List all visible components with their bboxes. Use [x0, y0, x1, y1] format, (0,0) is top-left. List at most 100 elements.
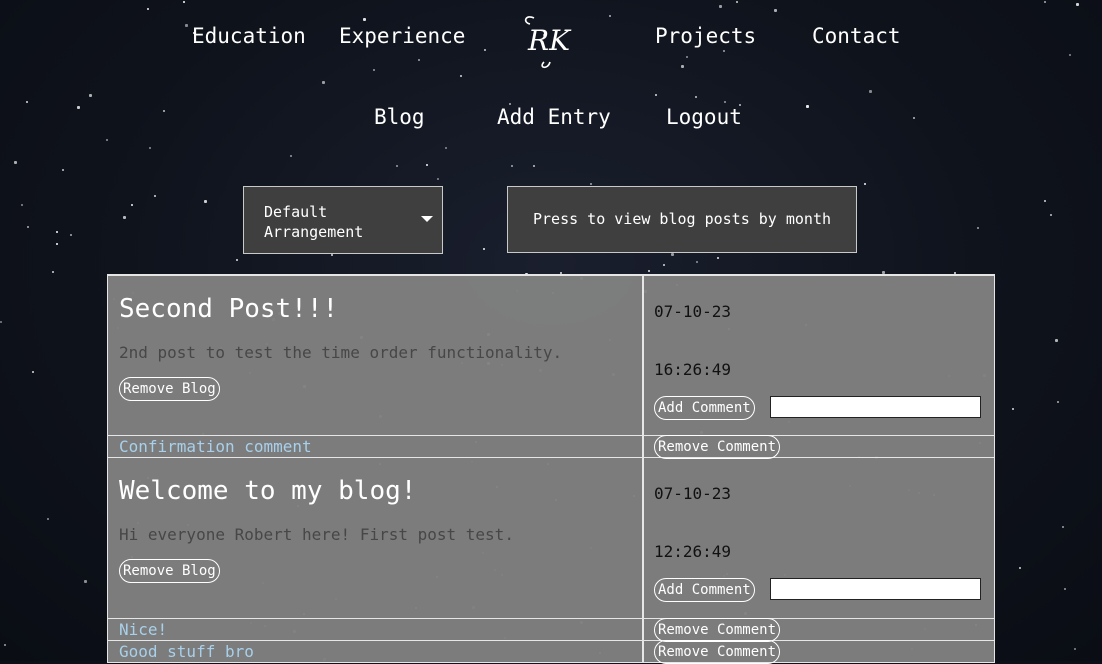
add-comment-button[interactable]: Add Comment [654, 578, 755, 602]
arrangement-line-2: Arrangement [264, 223, 364, 241]
arrangement-line-1: Default [264, 203, 328, 221]
star [62, 169, 64, 171]
star [1057, 401, 1059, 403]
add-comment-button[interactable]: Add Comment [654, 396, 755, 420]
star [56, 231, 58, 233]
star [418, 59, 420, 61]
blog-post-content: Second Post!!! 2nd post to test the time… [108, 276, 644, 435]
star [322, 81, 325, 84]
star [131, 204, 133, 206]
star [4, 644, 6, 646]
post-title: Welcome to my blog! [119, 476, 417, 506]
star [373, 69, 375, 71]
blog-post-meta: 07-10-23 16:26:49 Add Comment [644, 276, 994, 435]
comment-input[interactable] [770, 578, 981, 600]
comment-row: Nice! Remove Comment [107, 618, 995, 642]
star [149, 147, 151, 149]
comment-cell: Confirmation comment [108, 436, 644, 457]
remove-blog-button[interactable]: Remove Blog [119, 559, 220, 583]
star [26, 101, 28, 103]
star [724, 101, 726, 103]
star [1064, 588, 1066, 590]
blog-post-row: Welcome to my blog! Hi everyone Robert h… [107, 458, 995, 619]
star [1050, 214, 1052, 216]
arrangement-select[interactable]: Default Arrangement [243, 186, 443, 254]
star [56, 243, 58, 245]
star [671, 253, 674, 256]
rk-logo[interactable]: RK [520, 12, 584, 70]
comment-input[interactable] [770, 396, 981, 418]
comment-actions: Remove Comment [644, 435, 994, 459]
blog-table: Second Post!!! 2nd post to test the time… [107, 274, 995, 664]
star [774, 9, 777, 12]
post-time: 12:26:49 [654, 542, 732, 561]
star [977, 227, 979, 229]
star [533, 165, 535, 167]
star [154, 195, 156, 197]
star [52, 271, 54, 273]
star [396, 165, 398, 167]
comment-row: Confirmation comment Remove Comment [107, 435, 995, 459]
star [426, 164, 428, 166]
star [648, 270, 650, 272]
blog-post-content: Welcome to my blog! Hi everyone Robert h… [108, 458, 644, 618]
nav-experience[interactable]: Experience [339, 24, 465, 48]
blog-post-meta: 07-10-23 12:26:49 Add Comment [644, 458, 994, 618]
nav-blog[interactable]: Blog [374, 105, 425, 129]
post-date: 07-10-23 [654, 302, 732, 321]
star [47, 518, 49, 520]
post-body: Hi everyone Robert here! First post test… [119, 525, 514, 544]
star [655, 94, 657, 96]
star [204, 200, 207, 203]
blog-post-row: Second Post!!! 2nd post to test the time… [107, 274, 995, 436]
star [686, 56, 688, 58]
star [106, 139, 108, 141]
post-body: 2nd post to test the time order function… [119, 343, 563, 362]
star [183, 1, 185, 3]
post-time: 16:26:49 [654, 360, 732, 379]
comment-text: Good stuff bro [119, 642, 254, 661]
nav-projects[interactable]: Projects [655, 24, 756, 48]
star [123, 216, 126, 219]
star [1044, 200, 1046, 202]
star [1012, 408, 1014, 410]
star [1076, 3, 1079, 6]
star [21, 204, 23, 206]
nav-contact[interactable]: Contact [812, 24, 901, 48]
dropdown-caret-icon [421, 216, 433, 222]
logo-text: RK [527, 24, 572, 57]
star [0, 321, 2, 323]
remove-comment-button[interactable]: Remove Comment [654, 640, 781, 664]
star [717, 257, 719, 259]
star [70, 234, 72, 236]
comment-actions: Remove Comment [644, 618, 994, 642]
comment-actions: Remove Comment [644, 640, 994, 664]
star [32, 371, 34, 373]
star [663, 264, 665, 266]
star [460, 75, 462, 77]
star [84, 580, 87, 583]
nav-education[interactable]: Education [192, 24, 306, 48]
star [806, 105, 809, 108]
star [609, 15, 611, 17]
star [869, 90, 872, 93]
remove-blog-button[interactable]: Remove Blog [119, 377, 220, 401]
star [445, 147, 447, 149]
star [437, 178, 439, 180]
star [185, 24, 188, 27]
star [89, 94, 92, 97]
star [723, 50, 725, 52]
star [1074, 648, 1076, 650]
nav-add-entry[interactable]: Add Entry [497, 105, 611, 129]
star [719, 5, 722, 8]
star [363, 18, 366, 21]
star [695, 96, 697, 98]
star [147, 8, 149, 10]
remove-comment-button[interactable]: Remove Comment [654, 435, 781, 459]
star [1069, 54, 1071, 56]
view-by-month-button[interactable]: Press to view blog posts by month [507, 186, 857, 253]
nav-logout[interactable]: Logout [666, 105, 742, 129]
remove-comment-button[interactable]: Remove Comment [654, 618, 781, 642]
star [484, 49, 486, 51]
star [290, 155, 292, 157]
